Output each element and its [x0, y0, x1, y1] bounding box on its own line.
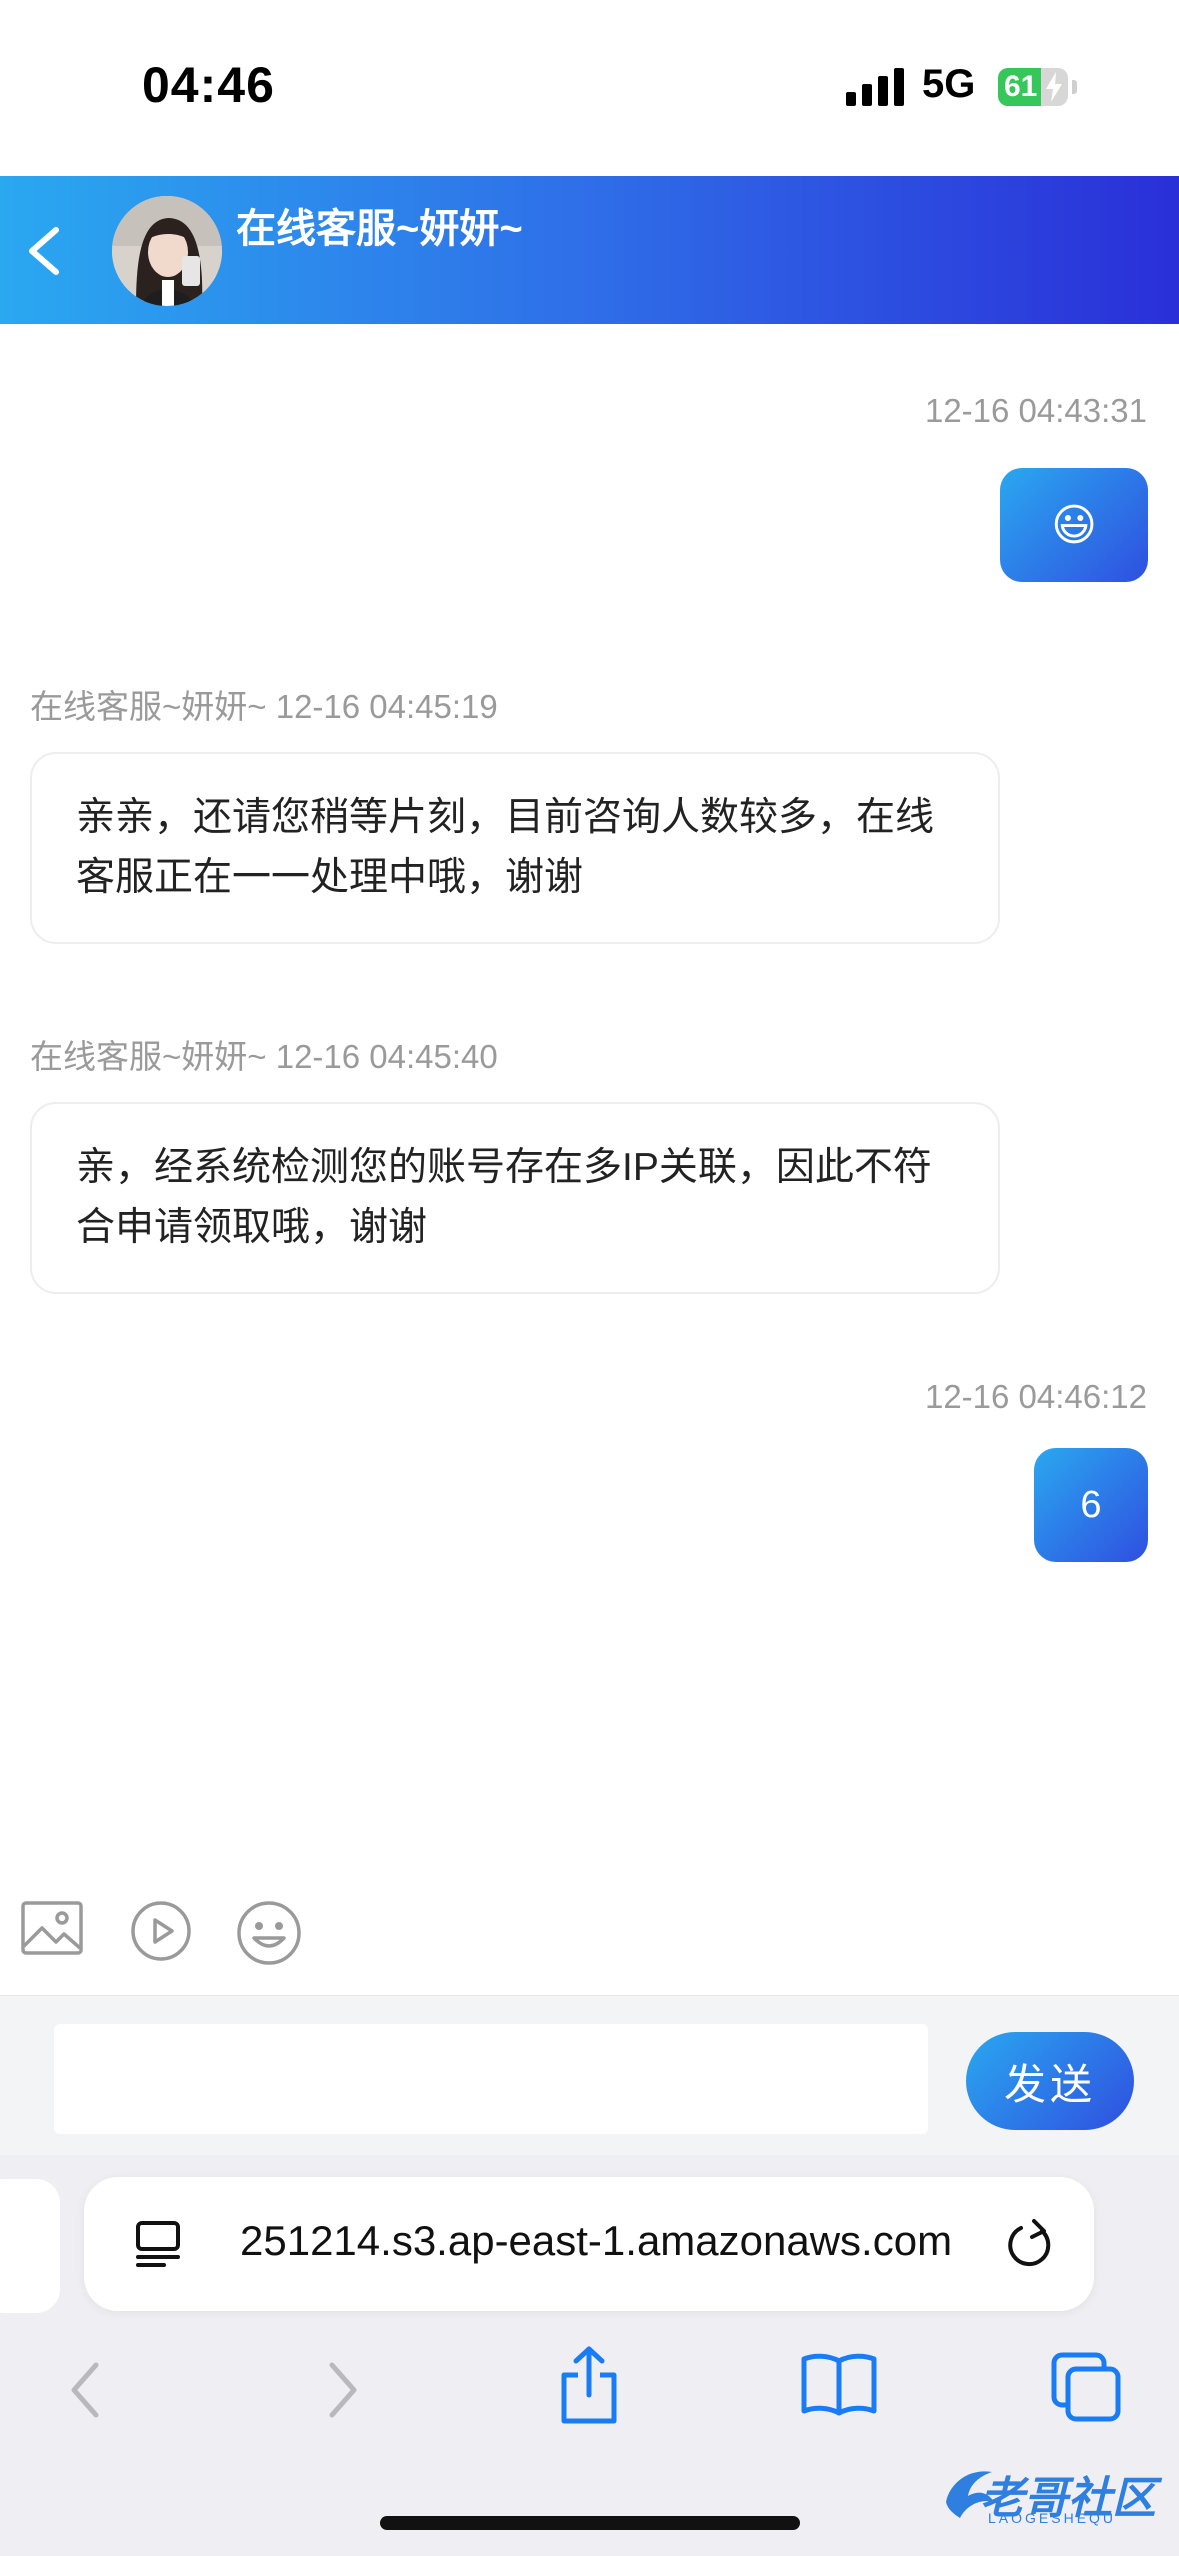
chevron-right-icon [329, 2362, 357, 2418]
bookmarks-button[interactable] [800, 2351, 878, 2422]
status-time: 04:46 [142, 57, 275, 113]
incoming-message-bubble: 亲，经系统检测您的账号存在多IP关联，因此不符合申请领取哦，谢谢 [30, 1102, 1000, 1294]
video-icon [131, 1901, 191, 1961]
chat-title: 在线客服~妍妍~ [236, 207, 523, 251]
image-upload-button[interactable] [20, 1900, 84, 1961]
image-icon [21, 1901, 83, 1955]
reload-icon[interactable] [1004, 2217, 1056, 2271]
emoji-icon [237, 1901, 301, 1965]
message-text: 亲，经系统检测您的账号存在多IP关联，因此不符合申请领取哦，谢谢 [76, 1146, 932, 1249]
battery-cap [1072, 80, 1077, 94]
send-button[interactable]: 发送 [966, 2032, 1134, 2130]
message-sender: 在线客服~妍妍~ [30, 1038, 267, 1075]
emoji-button[interactable] [236, 1900, 302, 1971]
message-text: 6 [1080, 1483, 1102, 1526]
agent-avatar [112, 196, 222, 306]
previous-tab-preview[interactable] [0, 2179, 60, 2313]
page-menu-icon[interactable] [134, 2219, 182, 2269]
share-button[interactable] [554, 2345, 624, 2430]
message-emoji: 😃 [1051, 500, 1097, 550]
tabs-button[interactable] [1050, 2351, 1122, 2428]
chevron-left-icon [29, 227, 59, 275]
video-upload-button[interactable] [130, 1900, 192, 1967]
address-bar[interactable]: 251214.s3.ap-east-1.amazonaws.com [84, 2177, 1094, 2311]
message-meta: 在线客服~妍妍~ 12-16 04:45:19 [30, 680, 498, 728]
chevron-left-icon [71, 2362, 99, 2418]
outgoing-message-bubble: 😃 [1000, 468, 1148, 582]
message-timestamp: 12-16 04:45:40 [275, 1038, 498, 1075]
message-timestamp: 12-16 04:46:12 [924, 1378, 1147, 1415]
home-indicator[interactable] [380, 2516, 800, 2530]
charging-bolt-icon [1046, 72, 1062, 102]
tabs-icon [1051, 2352, 1121, 2422]
share-icon [561, 2346, 617, 2424]
url-text[interactable]: 251214.s3.ap-east-1.amazonaws.com [240, 2217, 952, 2265]
browser-forward-button[interactable] [316, 2355, 366, 2430]
message-composer: 发送 [0, 1995, 1179, 2155]
battery-percent: 61 [1004, 70, 1038, 103]
outgoing-message-bubble: 6 [1034, 1448, 1148, 1562]
bookmarks-icon [801, 2353, 877, 2416]
avatar-image [112, 196, 222, 306]
message-timestamp: 12-16 04:43:31 [924, 392, 1147, 429]
message-input[interactable] [54, 2024, 928, 2134]
incoming-message-bubble: 亲亲，还请您稍等片刻，目前咨询人数较多，在线客服正在一一处理中哦，谢谢 [30, 752, 1000, 944]
browser-back-button[interactable] [62, 2355, 112, 2430]
status-bar: 04:46 5G 61 [0, 0, 1179, 176]
message-timestamp: 12-16 04:45:19 [275, 688, 498, 725]
signal-icon [846, 68, 906, 106]
message-meta: 在线客服~妍妍~ 12-16 04:45:40 [30, 1030, 498, 1078]
chat-header: 在线客服~妍妍~ [0, 176, 1179, 324]
battery-icon: 61 [998, 68, 1068, 106]
message-sender: 在线客服~妍妍~ [30, 688, 267, 725]
back-button[interactable] [18, 216, 78, 286]
message-text: 亲亲，还请您稍等片刻，目前咨询人数较多，在线客服正在一一处理中哦，谢谢 [76, 796, 935, 899]
watermark-subtext: LAOGESHEQU [988, 2510, 1117, 2526]
watermark-logo: 老哥社区 LAOGESHEQU [940, 2458, 1160, 2528]
network-type: 5G [922, 62, 976, 106]
